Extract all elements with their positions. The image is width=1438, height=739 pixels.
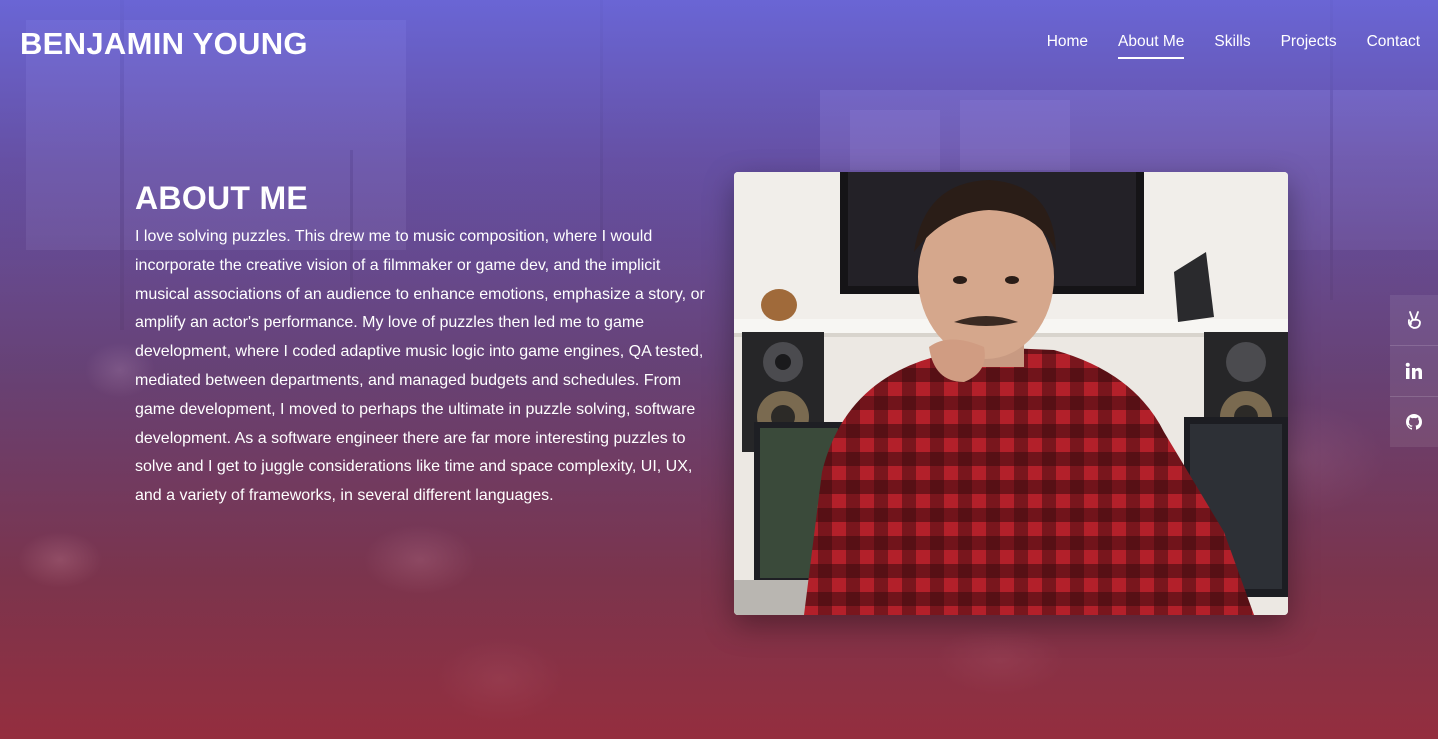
- about-title: ABOUT ME: [135, 180, 309, 216]
- github-icon: [1405, 414, 1423, 430]
- profile-photo-illustration: [734, 172, 1288, 615]
- nav-skills[interactable]: Skills: [1214, 33, 1250, 59]
- about-body: I love solving puzzles. This drew me to …: [135, 228, 705, 505]
- social-links: [1390, 295, 1438, 447]
- nav-home[interactable]: Home: [1047, 33, 1088, 59]
- angellist-icon: [1407, 311, 1421, 329]
- linkedin-link[interactable]: [1390, 346, 1438, 397]
- main-nav: Home About Me Skills Projects Contact: [1047, 33, 1420, 59]
- site-header: BENJAMIN YOUNG Home About Me Skills Proj…: [0, 0, 1438, 90]
- profile-photo: [734, 172, 1288, 615]
- about-section: ABOUT ME I love solving puzzles. This dr…: [135, 180, 715, 511]
- github-link[interactable]: [1390, 397, 1438, 447]
- nav-projects[interactable]: Projects: [1281, 33, 1337, 59]
- site-brand[interactable]: BENJAMIN YOUNG: [20, 26, 308, 62]
- nav-contact[interactable]: Contact: [1367, 33, 1420, 59]
- nav-about-me[interactable]: About Me: [1118, 33, 1185, 59]
- linkedin-icon: [1405, 362, 1422, 379]
- angellist-link[interactable]: [1390, 295, 1438, 346]
